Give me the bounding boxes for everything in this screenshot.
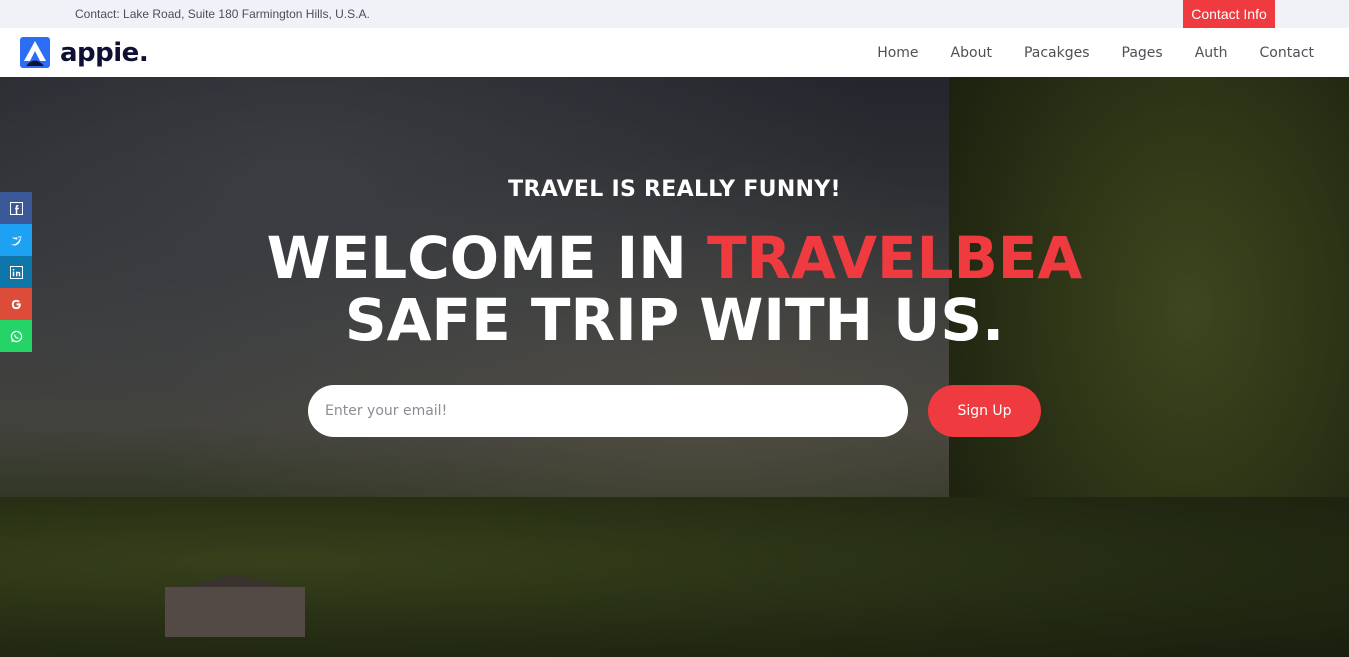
nav-contact[interactable]: Contact [1260,45,1314,61]
social-sidebar [0,192,32,352]
twitter-button[interactable] [0,224,32,256]
hero-title-accent: TRAVELBEA [706,224,1083,292]
top-bar: Contact: Lake Road, Suite 180 Farmington… [0,0,1349,28]
whatsapp-icon [10,330,22,342]
hero-title: WELCOME IN TRAVELBEA SAFE TRIP WITH US. [0,227,1349,351]
contact-address: Contact: Lake Road, Suite 180 Farmington… [75,7,370,21]
navbar: appie. Home About Pacakges Pages Auth Co… [0,28,1349,77]
nav-pages[interactable]: Pages [1122,45,1163,61]
hero-subtitle: TRAVEL IS REALLY FUNNY! [508,177,841,202]
nav-about[interactable]: About [951,45,992,61]
nav-auth[interactable]: Auth [1195,45,1228,61]
sign-up-button[interactable]: Sign Up [928,385,1041,437]
whatsapp-button[interactable] [0,320,32,352]
appie-logo-icon [20,37,50,68]
linkedin-button[interactable] [0,256,32,288]
email-input[interactable] [308,385,908,437]
brand-logo[interactable]: appie. [20,37,149,68]
linkedin-icon [9,265,23,279]
nav-menu: Home About Pacakges Pages Auth Contact [877,28,1349,77]
nav-home[interactable]: Home [877,45,918,61]
hero-title-line2: SAFE TRIP WITH US. [344,286,1005,354]
hero-section: TRAVEL IS REALLY FUNNY! WELCOME IN TRAVE… [0,77,1349,657]
hero-title-prefix: WELCOME IN [266,224,707,292]
facebook-button[interactable] [0,192,32,224]
nav-packages[interactable]: Pacakges [1024,45,1090,61]
google-button[interactable] [0,288,32,320]
facebook-icon [9,201,23,215]
twitter-icon [10,235,22,245]
contact-info-button[interactable]: Contact Info [1183,0,1275,28]
hero-overlay [0,77,1349,657]
google-icon [11,299,21,309]
brand-name: appie. [60,37,149,68]
